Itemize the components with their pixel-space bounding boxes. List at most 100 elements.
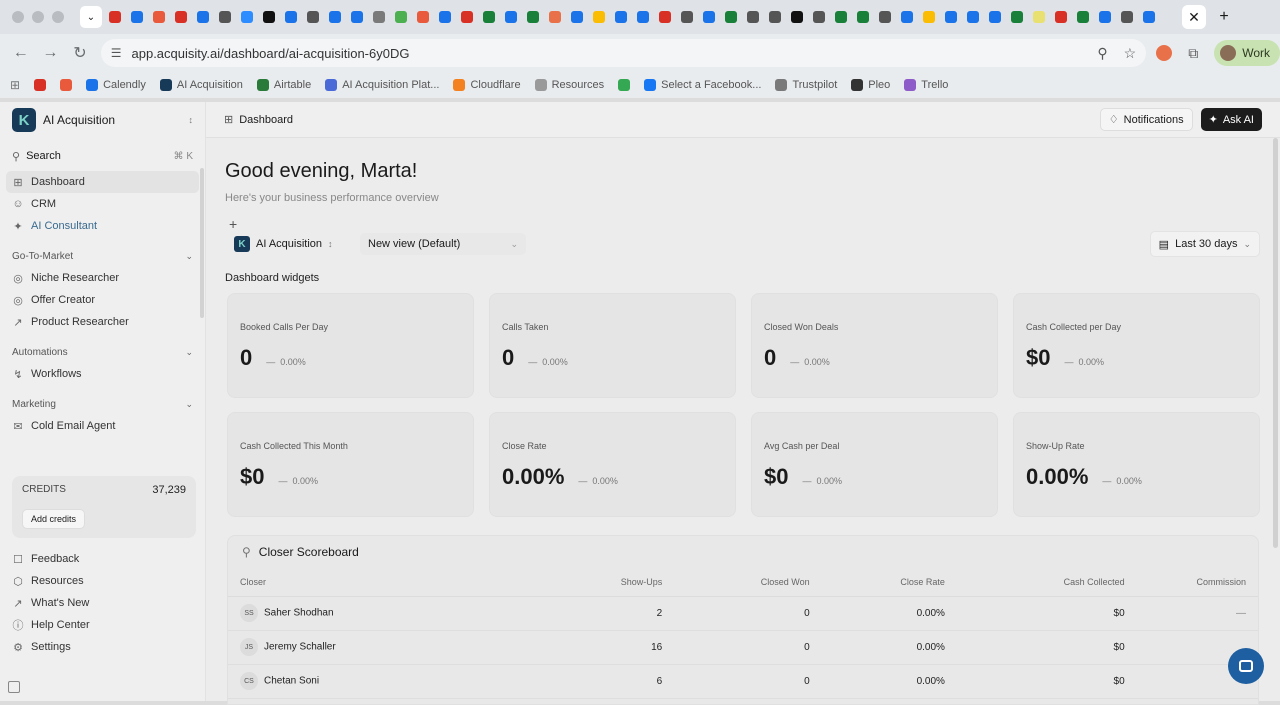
browser-tab[interactable]: [259, 8, 278, 27]
browser-tab[interactable]: [809, 8, 828, 27]
sidebar-item-product-researcher[interactable]: ↗ Product Researcher: [6, 311, 199, 333]
browser-tab[interactable]: [127, 8, 146, 27]
bookmark-item[interactable]: Calendly: [86, 79, 146, 91]
profile-chip[interactable]: Work: [1214, 40, 1280, 66]
column-header[interactable]: Close Rate: [809, 568, 945, 597]
browser-tab[interactable]: [919, 8, 938, 27]
reload-icon[interactable]: ↻: [65, 43, 95, 63]
column-header[interactable]: Cash Collected: [944, 568, 1125, 597]
metric-card[interactable]: Booked Calls Per Day 0 — 0.00%: [227, 293, 474, 398]
bookmark-item[interactable]: Resources: [534, 79, 604, 91]
minimize-window-button[interactable]: [32, 11, 44, 23]
url-text[interactable]: app.acquisity.ai/dashboard/ai-acquisitio…: [132, 46, 1098, 61]
bookmark-item[interactable]: Pleo: [851, 79, 890, 91]
browser-tab[interactable]: [611, 8, 630, 27]
bookmark-item[interactable]: Trello: [904, 79, 948, 91]
metric-card[interactable]: Calls Taken 0 — 0.00%: [489, 293, 736, 398]
sidebar-item-dashboard[interactable]: ⊞ Dashboard: [6, 171, 199, 193]
close-window-button[interactable]: [12, 11, 24, 23]
sidebar-item-what-s-new[interactable]: ↗ What's New: [6, 592, 200, 614]
browser-tab[interactable]: [149, 8, 168, 27]
sidebar-item-help-center[interactable]: ⓘ Help Center: [6, 614, 200, 636]
metric-card[interactable]: Cash Collected This Month $0 — 0.00%: [227, 412, 474, 517]
browser-tab[interactable]: [171, 8, 190, 27]
chat-support-button[interactable]: [1228, 648, 1264, 684]
bookmark-item[interactable]: Airtable: [256, 79, 311, 91]
browser-tab[interactable]: [501, 8, 520, 27]
metric-card[interactable]: Closed Won Deals 0 — 0.00%: [751, 293, 998, 398]
bookmark-item[interactable]: AI Acquisition Plat...: [325, 79, 439, 91]
add-credits-button[interactable]: Add credits: [22, 509, 86, 529]
browser-tab[interactable]: [985, 8, 1004, 27]
browser-tab[interactable]: [655, 8, 674, 27]
close-tab-icon[interactable]: ✕: [1182, 5, 1206, 29]
browser-tab[interactable]: [193, 8, 212, 27]
browser-tab[interactable]: [369, 8, 388, 27]
collapse-sidebar-icon[interactable]: [8, 681, 20, 693]
sidebar-item-resources[interactable]: ⬡ Resources: [6, 570, 200, 592]
sidebar-item-niche-researcher[interactable]: ◎ Niche Researcher: [6, 267, 199, 289]
main-scrollbar[interactable]: [1273, 138, 1278, 548]
browser-tab[interactable]: [303, 8, 322, 27]
bookmark-item[interactable]: [34, 79, 47, 91]
column-header[interactable]: Show-Ups: [561, 568, 663, 597]
sidebar-search[interactable]: ⚲ Search ⌘ K: [0, 141, 205, 171]
metric-card[interactable]: Avg Cash per Deal $0 — 0.00%: [751, 412, 998, 517]
browser-tab[interactable]: [677, 8, 696, 27]
browser-tab[interactable]: [545, 8, 564, 27]
url-bar[interactable]: ☰ app.acquisity.ai/dashboard/ai-acquisit…: [100, 39, 1147, 67]
table-row[interactable]: CS Chetan Soni 6 0 0.00% $0: [228, 664, 1258, 699]
browser-tab[interactable]: [325, 8, 344, 27]
browser-tab[interactable]: [1095, 8, 1114, 27]
metric-card[interactable]: Close Rate 0.00% — 0.00%: [489, 412, 736, 517]
browser-tab[interactable]: [347, 8, 366, 27]
sidebar-item-cold-email-agent[interactable]: ✉ Cold Email Agent: [6, 415, 199, 437]
zoom-window-button[interactable]: [52, 11, 64, 23]
tab-search-dropdown[interactable]: ⌄: [80, 6, 102, 28]
browser-tab[interactable]: [413, 8, 432, 27]
bookmark-item[interactable]: [60, 79, 73, 91]
browser-tab[interactable]: [215, 8, 234, 27]
browser-tab[interactable]: [897, 8, 916, 27]
browser-tab[interactable]: [765, 8, 784, 27]
new-tab-button[interactable]: +: [1212, 5, 1236, 29]
browser-tab[interactable]: [875, 8, 894, 27]
sidebar-item-ai-consultant[interactable]: ✦ AI Consultant: [6, 215, 199, 237]
bookmark-item[interactable]: Select a Facebook...: [644, 79, 761, 91]
forward-icon[interactable]: →: [36, 44, 66, 62]
extensions-puzzle-icon[interactable]: ⧉: [1188, 45, 1198, 62]
bookmark-item[interactable]: Trustpilot: [775, 79, 837, 91]
browser-tab[interactable]: [699, 8, 718, 27]
browser-tab[interactable]: [1051, 8, 1070, 27]
sidebar-item-crm[interactable]: ☺ CRM: [6, 193, 199, 215]
bookmark-item[interactable]: Cloudflare: [453, 79, 521, 91]
column-header[interactable]: Closer: [228, 568, 562, 597]
browser-tab[interactable]: [523, 8, 542, 27]
browser-tab[interactable]: [435, 8, 454, 27]
extension-icon[interactable]: [1156, 45, 1173, 61]
browser-tab[interactable]: [479, 8, 498, 27]
ask-ai-button[interactable]: ✦ Ask AI: [1200, 108, 1262, 131]
bookmark-item[interactable]: AI Acquisition: [159, 79, 243, 91]
browser-tab[interactable]: [1139, 8, 1158, 27]
browser-tab[interactable]: [721, 8, 740, 27]
metric-card[interactable]: Show-Up Rate 0.00% — 0.00%: [1013, 412, 1260, 517]
table-row[interactable]: JS Jeremy Schaller 16 0 0.00% $0: [228, 630, 1258, 665]
sidebar-item-workflows[interactable]: ↯ Workflows: [6, 363, 199, 385]
browser-tab[interactable]: [1117, 8, 1136, 27]
workspace-switcher[interactable]: K AI Acquisition ↕: [0, 102, 205, 138]
browser-tab[interactable]: [457, 8, 476, 27]
browser-tab[interactable]: [105, 8, 124, 27]
table-row[interactable]: SS Saher Shodhan 2 0 0.00% $0—: [228, 596, 1258, 631]
column-header[interactable]: Commission: [1124, 568, 1258, 597]
browser-tab[interactable]: [1007, 8, 1026, 27]
browser-tab[interactable]: [1029, 8, 1048, 27]
section-marketing[interactable]: Marketing ⌄: [0, 393, 205, 415]
column-header[interactable]: Closed Won: [662, 568, 810, 597]
view-select[interactable]: New view (Default) ⌄: [360, 233, 526, 255]
apps-grid-icon[interactable]: ⊞: [10, 78, 20, 92]
sidebar-scrollbar[interactable]: [200, 168, 204, 318]
sidebar-item-offer-creator[interactable]: ◎ Offer Creator: [6, 289, 199, 311]
browser-tab[interactable]: [787, 8, 806, 27]
bookmark-item[interactable]: [618, 79, 631, 91]
